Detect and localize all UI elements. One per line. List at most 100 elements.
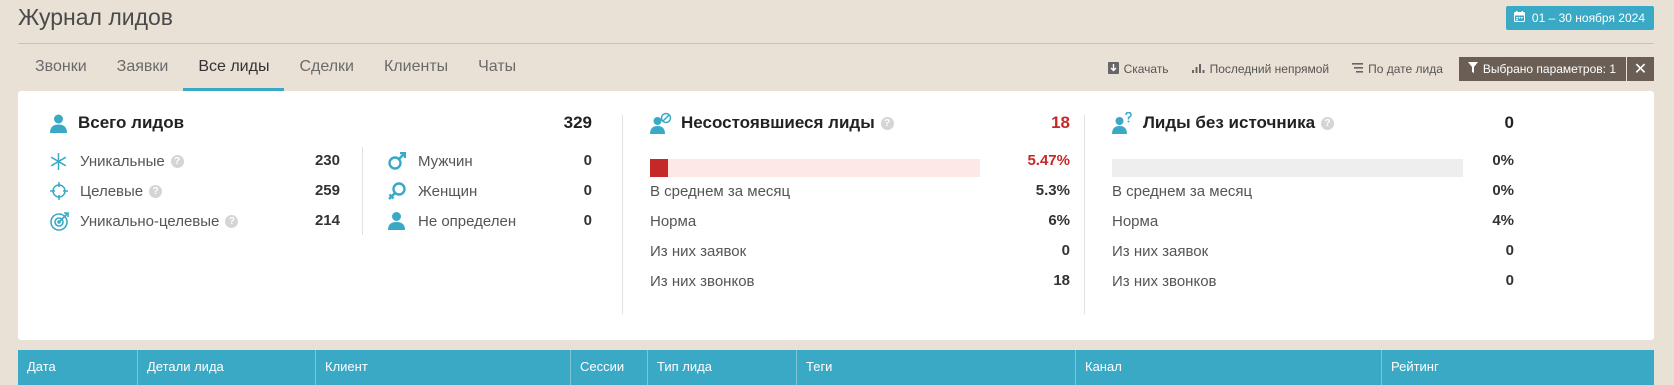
- undefined-gender-label: Не определен: [418, 212, 517, 230]
- download-label: Скачать: [1123, 62, 1169, 76]
- total-leads-title: Всего лидов: [78, 113, 185, 132]
- help-icon[interactable]: ?: [880, 116, 894, 130]
- unique-target-value: 214: [314, 212, 340, 229]
- female-label: Женщин: [418, 182, 478, 200]
- crosshair-icon: [50, 182, 80, 200]
- failed-avg-label: В среднем за месяц: [650, 182, 791, 200]
- date-range-button[interactable]: 01 – 30 ноября 2024: [1505, 6, 1654, 30]
- help-icon[interactable]: ?: [225, 214, 239, 228]
- unique-row: Уникальные ?: [50, 146, 184, 176]
- failed-norm-label: Норма: [650, 212, 697, 230]
- target-label: Целевые: [80, 182, 144, 200]
- column-header-tags[interactable]: Теги: [797, 350, 1076, 385]
- tab-bar: Звонки Заявки Все лиды Сделки Клиенты Ча…: [20, 48, 531, 92]
- column-header-channel[interactable]: Канал: [1076, 350, 1382, 385]
- no-source-avg-row: В среднем за месяц: [1112, 176, 1252, 206]
- failed-leads-title: Несостоявшиеся лиды: [681, 113, 875, 132]
- no-source-avg-value: 0%: [1492, 182, 1514, 199]
- no-source-value: 0: [1504, 113, 1514, 132]
- failed-avg-value: 5.3%: [1035, 182, 1070, 199]
- no-source-avg-label: В среднем за месяц: [1112, 182, 1253, 200]
- download-button[interactable]: Скачать: [1107, 61, 1169, 77]
- column-header-date[interactable]: Дата: [18, 350, 138, 385]
- person-icon: [50, 114, 78, 133]
- no-source-norm-label: Норма: [1112, 212, 1159, 230]
- section-divider: [622, 115, 623, 314]
- tab-clients[interactable]: Клиенты: [369, 48, 463, 92]
- failed-avg-row: В среднем за месяц: [650, 176, 790, 206]
- failed-leads-progress-fill: [650, 159, 669, 177]
- tab-all-leads[interactable]: Все лиды: [183, 48, 285, 92]
- sort-label: По дате лида: [1368, 62, 1443, 76]
- person-question-icon: [1112, 112, 1143, 134]
- total-leads-value: 329: [563, 113, 592, 132]
- date-range-label: 01 – 30 ноября 2024: [1531, 11, 1645, 25]
- undefined-gender-value: 0: [583, 212, 592, 229]
- column-header-rating[interactable]: Рейтинг: [1382, 350, 1654, 385]
- summary-card: Всего лидов 329 Уникальные ? 230 Целевые…: [18, 91, 1654, 340]
- close-icon: ✕: [1633, 61, 1648, 78]
- target-arrow-icon: [50, 211, 80, 231]
- target-row: Целевые ?: [50, 176, 163, 206]
- filter-label: Выбрано параметров: 1: [1482, 62, 1616, 76]
- failed-leads-section: Несостоявшиеся лиды ? 18 5.47% В среднем…: [650, 91, 1155, 340]
- female-icon: [388, 182, 418, 200]
- page-title: Журнал лидов: [18, 4, 174, 30]
- target-value: 259: [314, 182, 340, 199]
- failed-requests-value: 0: [1061, 242, 1070, 259]
- column-header-client[interactable]: Клиент: [316, 350, 571, 385]
- attribution-label: Последний непрямой: [1209, 62, 1330, 76]
- no-source-norm-value: 4%: [1492, 212, 1514, 229]
- failed-leads-progress: [650, 159, 980, 177]
- calendar-icon: [1513, 11, 1525, 25]
- total-leads-section: Всего лидов 329 Уникальные ? 230 Целевые…: [50, 91, 648, 340]
- no-source-title: Лиды без источника: [1143, 113, 1316, 132]
- section-divider: [1084, 115, 1085, 314]
- unique-target-row: Уникально-целевые ?: [50, 206, 239, 236]
- column-header-lead-type[interactable]: Тип лида: [648, 350, 797, 385]
- tab-calls[interactable]: Звонки: [20, 48, 102, 92]
- toolbar: Скачать Последний непрямой По дате лида …: [1085, 56, 1654, 82]
- unique-target-label: Уникально-целевые: [80, 212, 220, 230]
- male-label: Мужчин: [418, 152, 473, 170]
- no-source-requests-row: Из них заявок: [1112, 236, 1208, 266]
- no-source-requests-label: Из них заявок: [1112, 242, 1209, 260]
- no-source-calls-value: 0: [1505, 272, 1514, 289]
- no-source-heading: Лиды без источника ?: [1112, 110, 1335, 136]
- failed-calls-label: Из них звонков: [650, 272, 755, 290]
- failed-calls-value: 18: [1053, 272, 1070, 289]
- no-source-norm-row: Норма: [1112, 206, 1158, 236]
- failed-requests-label: Из них заявок: [650, 242, 747, 260]
- attribution-button[interactable]: Последний непрямой: [1191, 62, 1330, 76]
- sort-button[interactable]: По дате лида: [1352, 62, 1443, 76]
- sort-icon: [1352, 62, 1364, 76]
- tab-chats[interactable]: Чаты: [463, 48, 531, 92]
- column-header-sessions[interactable]: Сессии: [571, 350, 648, 385]
- no-source-calls-row: Из них звонков: [1112, 266, 1217, 296]
- female-row: Женщин: [388, 176, 477, 206]
- leads-table-header: Дата Детали лида Клиент Сессии Тип лида …: [18, 350, 1654, 385]
- total-leads-heading: Всего лидов: [50, 110, 184, 136]
- person-blocked-icon: [650, 112, 681, 134]
- failed-calls-row: Из них звонков: [650, 266, 755, 296]
- failed-norm-value: 6%: [1048, 212, 1070, 229]
- help-icon[interactable]: ?: [170, 154, 184, 168]
- download-icon: [1107, 61, 1119, 77]
- failed-leads-value: 18: [1051, 113, 1070, 132]
- help-icon[interactable]: ?: [1321, 116, 1335, 130]
- column-header-lead-details[interactable]: Детали лида: [138, 350, 316, 385]
- no-source-percent: 0%: [1492, 152, 1514, 169]
- male-row: Мужчин: [388, 146, 473, 176]
- person-icon: [388, 212, 418, 230]
- tab-deals[interactable]: Сделки: [284, 48, 369, 92]
- failed-leads-heading: Несостоявшиеся лиды ?: [650, 110, 894, 136]
- filter-clear-button[interactable]: ✕: [1627, 57, 1654, 81]
- female-value: 0: [583, 182, 592, 199]
- undefined-gender-row: Не определен: [388, 206, 516, 236]
- bar-chart-icon: [1191, 62, 1205, 76]
- help-icon[interactable]: ?: [149, 184, 163, 198]
- no-source-calls-label: Из них звонков: [1112, 272, 1217, 290]
- tab-requests[interactable]: Заявки: [102, 48, 184, 92]
- failed-leads-percent: 5.47%: [1027, 152, 1070, 169]
- filter-button[interactable]: Выбрано параметров: 1: [1458, 57, 1626, 81]
